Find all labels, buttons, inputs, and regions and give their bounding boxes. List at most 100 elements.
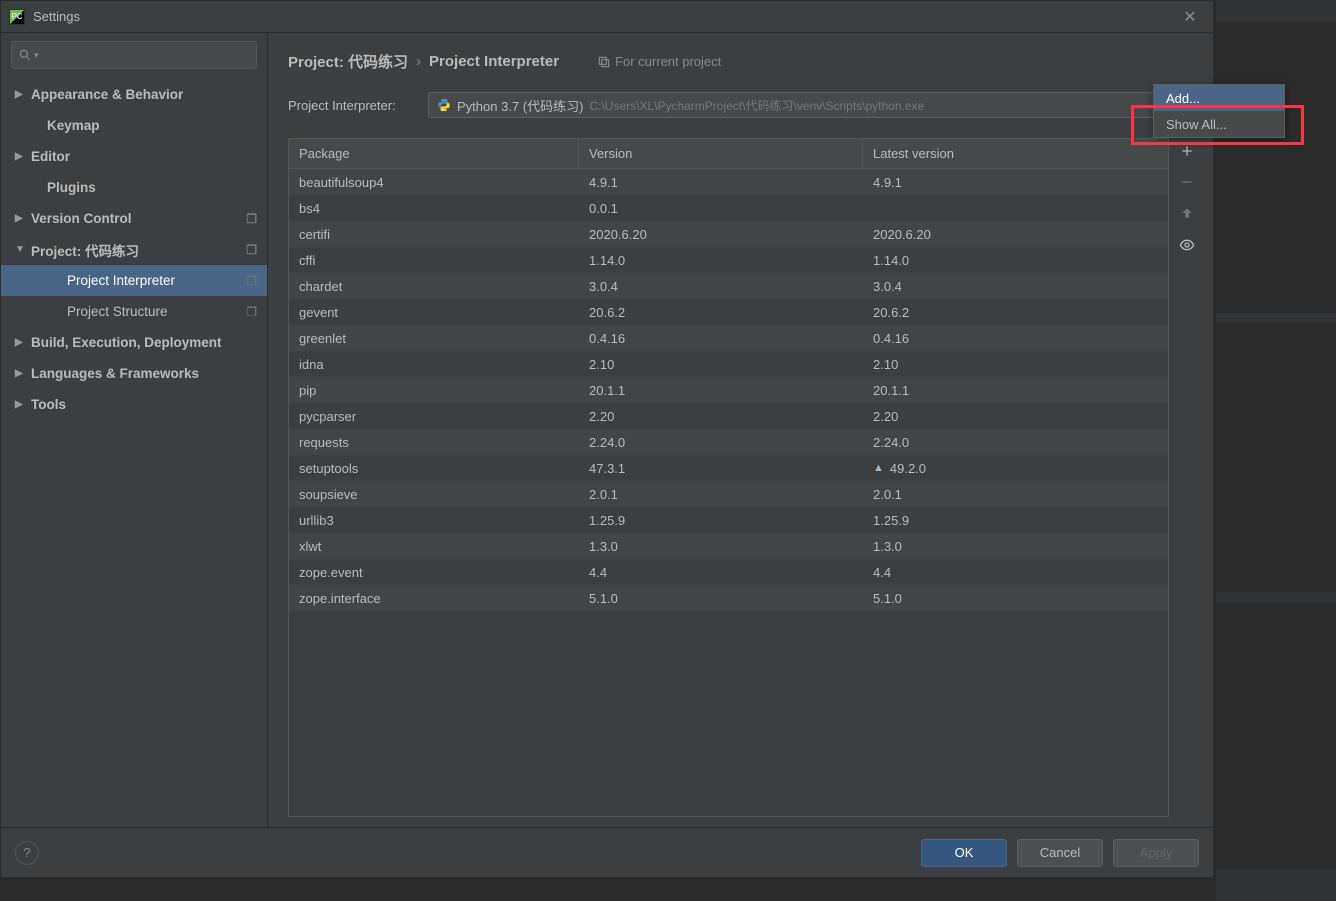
dialog-footer: ? OK Cancel Apply (1, 827, 1213, 877)
cell-version: 1.14.0 (579, 253, 863, 268)
cell-latest: 5.1.0 (863, 591, 1168, 606)
table-row[interactable]: gevent20.6.220.6.2 (289, 299, 1168, 325)
sidebar-item[interactable]: Plugins (1, 172, 267, 203)
header-latest[interactable]: Latest version (863, 139, 1168, 168)
sidebar-item[interactable]: Project Interpreter ❐ (1, 265, 267, 296)
current-project-hint: For current project (597, 54, 721, 69)
upgrade-package-button[interactable] (1180, 206, 1194, 223)
table-header: Package Version Latest version (289, 139, 1168, 169)
table-row[interactable]: bs40.0.1 (289, 195, 1168, 221)
header-package[interactable]: Package (289, 139, 579, 168)
cell-version: 2.0.1 (579, 487, 863, 502)
table-body: beautifulsoup44.9.14.9.1bs40.0.1certifi2… (289, 169, 1168, 816)
cell-latest: 2.10 (863, 357, 1168, 372)
sidebar-item[interactable]: ▶Version Control❐ (1, 203, 267, 234)
header-version[interactable]: Version (579, 139, 863, 168)
cell-latest: 2.0.1 (863, 487, 1168, 502)
copy-icon: ❐ (246, 243, 257, 257)
cell-latest: 20.6.2 (863, 305, 1168, 320)
sidebar-item[interactable]: ▶Editor (1, 141, 267, 172)
cell-latest: 4.4 (863, 565, 1168, 580)
table-row[interactable]: pycparser2.202.20 (289, 403, 1168, 429)
show-early-releases-button[interactable] (1179, 237, 1195, 256)
close-icon[interactable]: ✕ (1175, 7, 1205, 27)
interpreter-path: C:\Users\XL\PycharmProject\代码练习\venv\Scr… (589, 97, 924, 114)
table-row[interactable]: urllib31.25.91.25.9 (289, 507, 1168, 533)
tree-arrow-icon: ▶ (15, 337, 27, 348)
sidebar-item[interactable]: ▶Appearance & Behavior (1, 79, 267, 110)
sidebar-item-label: Build, Execution, Deployment (31, 335, 222, 350)
cell-latest: 2020.6.20 (863, 227, 1168, 242)
table-row[interactable]: pip20.1.120.1.1 (289, 377, 1168, 403)
cell-package: bs4 (289, 201, 579, 216)
tree-arrow-icon: ▶ (15, 399, 27, 410)
sidebar-item-label: Plugins (47, 180, 96, 195)
table-row[interactable]: greenlet0.4.160.4.16 (289, 325, 1168, 351)
cell-package: zope.event (289, 565, 579, 580)
table-row[interactable]: xlwt1.3.01.3.0 (289, 533, 1168, 559)
cell-version: 1.3.0 (579, 539, 863, 554)
copy-icon (597, 55, 611, 69)
copy-icon: ❐ (246, 274, 257, 288)
cell-latest: 1.25.9 (863, 513, 1168, 528)
cell-version: 47.3.1 (579, 461, 863, 476)
cell-package: pycparser (289, 409, 579, 424)
sidebar-item[interactable]: Keymap (1, 110, 267, 141)
popup-add[interactable]: Add... (1154, 85, 1284, 111)
sidebar-item[interactable]: ▼Project: 代码练习❐ (1, 234, 267, 265)
cell-version: 4.4 (579, 565, 863, 580)
sidebar-item[interactable]: ▶ Build, Execution, Deployment (1, 327, 267, 358)
interpreter-label: Project Interpreter: (288, 98, 418, 113)
search-input[interactable]: ▾ (11, 41, 257, 69)
table-row[interactable]: setuptools47.3.1▲49.2.0 (289, 455, 1168, 481)
sidebar: ▾ ▶Appearance & Behavior Keymap ▶Editor Plu… (1, 33, 268, 827)
tree-arrow-icon: ▶ (15, 213, 27, 224)
add-package-button[interactable] (1180, 144, 1194, 161)
cancel-button[interactable]: Cancel (1017, 839, 1103, 867)
packages-table: Package Version Latest version beautiful… (288, 138, 1169, 817)
table-row[interactable]: certifi2020.6.202020.6.20 (289, 221, 1168, 247)
cell-package: chardet (289, 279, 579, 294)
cell-version: 1.25.9 (579, 513, 863, 528)
remove-package-button[interactable] (1180, 175, 1194, 192)
cell-latest: 3.0.4 (863, 279, 1168, 294)
sidebar-item[interactable]: ▶Languages & Frameworks (1, 358, 267, 389)
table-row[interactable]: idna2.102.10 (289, 351, 1168, 377)
settings-tree: ▶Appearance & Behavior Keymap ▶Editor Plugi… (1, 79, 267, 827)
cell-version: 2.10 (579, 357, 863, 372)
cell-latest: 0.4.16 (863, 331, 1168, 346)
table-row[interactable]: chardet3.0.43.0.4 (289, 273, 1168, 299)
table-row[interactable]: cffi1.14.01.14.0 (289, 247, 1168, 273)
copy-icon: ❐ (246, 212, 257, 226)
sidebar-item-label: Keymap (47, 118, 100, 133)
interpreter-row: Project Interpreter: Python 3.7 (代码练习) C… (288, 92, 1201, 118)
sidebar-item[interactable]: ▶Tools (1, 389, 267, 420)
cell-latest: 1.3.0 (863, 539, 1168, 554)
interpreter-combobox[interactable]: Python 3.7 (代码练习) C:\Users\XL\PycharmPro… (428, 92, 1173, 118)
sidebar-item-label: Languages & Frameworks (31, 366, 199, 381)
popup-show-all[interactable]: Show All... (1154, 111, 1284, 137)
cell-package: setuptools (289, 461, 579, 476)
cell-version: 0.4.16 (579, 331, 863, 346)
cell-package: requests (289, 435, 579, 450)
table-row[interactable]: zope.interface5.1.05.1.0 (289, 585, 1168, 611)
table-row[interactable]: zope.event4.44.4 (289, 559, 1168, 585)
cell-package: urllib3 (289, 513, 579, 528)
main-panel: Project: 代码练习 › Project Interpreter For … (268, 33, 1213, 827)
table-row[interactable]: soupsieve2.0.12.0.1 (289, 481, 1168, 507)
table-row[interactable]: beautifulsoup44.9.14.9.1 (289, 169, 1168, 195)
help-button[interactable]: ? (15, 841, 39, 865)
sidebar-item[interactable]: Project Structure❐ (1, 296, 267, 327)
cell-latest: 1.14.0 (863, 253, 1168, 268)
table-row[interactable]: requests2.24.02.24.0 (289, 429, 1168, 455)
cell-version: 2.20 (579, 409, 863, 424)
tree-arrow-icon: ▶ (15, 151, 27, 162)
sidebar-item-label: Project Interpreter (67, 273, 175, 288)
cell-version: 0.0.1 (579, 201, 863, 216)
cell-package: greenlet (289, 331, 579, 346)
copy-icon: ❐ (246, 305, 257, 319)
tree-arrow-icon: ▶ (15, 89, 27, 100)
apply-button[interactable]: Apply (1113, 839, 1199, 867)
python-icon (437, 98, 451, 112)
ok-button[interactable]: OK (921, 839, 1007, 867)
